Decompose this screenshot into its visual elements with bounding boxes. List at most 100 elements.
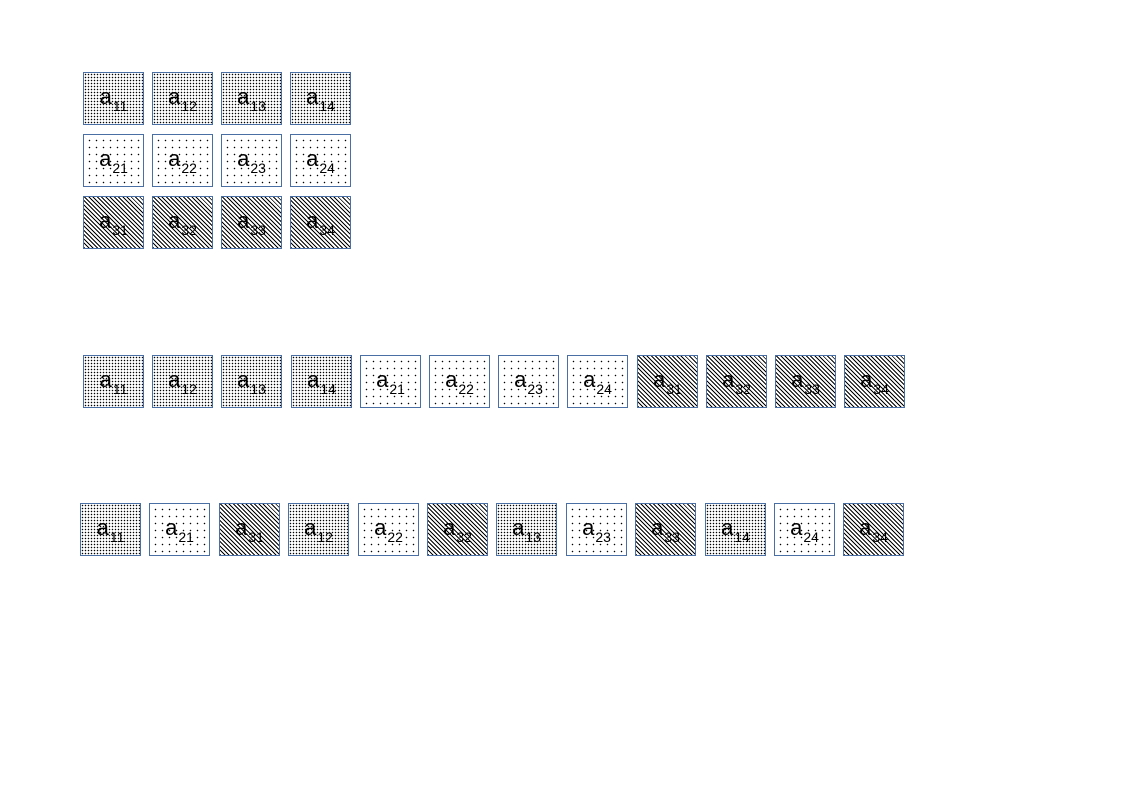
column-major-cell: a32 <box>427 503 488 556</box>
element-subscript: 32 <box>456 528 472 545</box>
element-symbol: a <box>721 514 734 540</box>
column-major-cell: a12 <box>288 503 349 556</box>
element-label: a21 <box>165 516 194 544</box>
element-symbol: a <box>512 514 525 540</box>
matrix-cell: a23 <box>221 134 282 187</box>
element-symbol: a <box>722 366 735 392</box>
element-label: a13 <box>237 366 266 396</box>
element-symbol: a <box>514 366 527 392</box>
element-label: a11 <box>100 85 128 113</box>
row-major-cell: a21 <box>360 355 421 408</box>
element-symbol: a <box>237 366 250 392</box>
column-major-cell: a21 <box>149 503 210 556</box>
element-symbol: a <box>306 207 319 233</box>
element-subscript: 31 <box>248 528 264 545</box>
element-label: a33 <box>791 366 820 396</box>
element-subscript: 24 <box>596 380 612 397</box>
element-symbol: a <box>304 514 317 540</box>
element-label: a23 <box>514 366 543 396</box>
element-subscript: 23 <box>595 528 611 545</box>
element-subscript: 33 <box>250 221 266 238</box>
row-major-cell: a14 <box>291 355 352 408</box>
element-symbol: a <box>445 366 458 392</box>
row-major-cell: a33 <box>775 355 836 408</box>
column-major-cell: a31 <box>219 503 280 556</box>
element-label: a24 <box>790 516 819 544</box>
element-subscript: 24 <box>803 528 819 545</box>
matrix-cell: a12 <box>152 72 213 125</box>
element-symbol: a <box>168 145 181 171</box>
element-label: a14 <box>307 366 336 396</box>
element-subscript: 21 <box>389 380 405 397</box>
element-label: a31 <box>99 207 128 237</box>
element-symbol: a <box>582 514 595 540</box>
row-major-cell: a31 <box>637 355 698 408</box>
element-label: a14 <box>721 514 750 544</box>
element-subscript: 23 <box>250 159 266 176</box>
element-symbol: a <box>307 366 320 392</box>
element-label: a12 <box>304 514 333 544</box>
row-major-cell: a22 <box>429 355 490 408</box>
element-label: a23 <box>237 145 266 175</box>
element-subscript: 11 <box>112 97 128 114</box>
element-label: a33 <box>237 207 266 237</box>
element-symbol: a <box>583 366 596 392</box>
row-major-cell: a23 <box>498 355 559 408</box>
element-subscript: 14 <box>319 97 335 114</box>
element-symbol: a <box>237 207 250 233</box>
element-symbol: a <box>168 366 181 392</box>
element-label: a32 <box>443 516 472 544</box>
element-subscript: 13 <box>250 97 266 114</box>
matrix-cell: a33 <box>221 196 282 249</box>
element-label: a12 <box>168 366 197 396</box>
element-label: a21 <box>376 368 405 396</box>
element-label: a11 <box>96 514 125 544</box>
element-subscript: 34 <box>872 528 888 545</box>
element-symbol: a <box>99 207 112 233</box>
element-subscript: 31 <box>112 221 128 238</box>
element-subscript: 22 <box>181 159 197 176</box>
matrix-cell: a13 <box>221 72 282 125</box>
element-symbol: a <box>791 366 804 392</box>
matrix-cell: a24 <box>290 134 351 187</box>
element-subscript: 14 <box>320 380 336 397</box>
element-symbol: a <box>99 145 112 171</box>
element-label: a12 <box>168 83 197 113</box>
element-symbol: a <box>306 83 319 109</box>
element-label: a11 <box>100 368 128 396</box>
element-subscript: 13 <box>525 528 541 545</box>
element-label: a32 <box>168 209 197 237</box>
element-label: a24 <box>306 145 335 175</box>
element-subscript: 24 <box>319 159 335 176</box>
column-major-cell: a23 <box>566 503 627 556</box>
row-major-cell: a13 <box>221 355 282 408</box>
element-subscript: 22 <box>458 380 474 397</box>
element-label: a23 <box>582 514 611 544</box>
column-major-cell: a13 <box>496 503 557 556</box>
element-subscript: 33 <box>664 528 680 545</box>
element-symbol: a <box>306 145 319 171</box>
element-symbol: a <box>168 83 181 109</box>
element-label: a22 <box>168 145 197 175</box>
element-label: a33 <box>651 516 680 544</box>
element-symbol: a <box>237 145 250 171</box>
element-symbol: a <box>653 366 666 392</box>
element-subscript: 34 <box>873 380 889 397</box>
matrix-cell: a32 <box>152 196 213 249</box>
element-symbol: a <box>235 514 248 540</box>
element-label: a31 <box>653 366 682 396</box>
element-subscript: 23 <box>527 380 543 397</box>
column-major-cell: a14 <box>705 503 766 556</box>
element-subscript: 11 <box>112 380 128 397</box>
element-symbol: a <box>96 514 109 540</box>
element-label: a31 <box>235 514 264 544</box>
element-label: a34 <box>859 514 888 544</box>
column-major-cell: a33 <box>635 503 696 556</box>
element-subscript: 14 <box>734 528 750 545</box>
element-symbol: a <box>374 514 387 540</box>
column-major-cell: a24 <box>774 503 835 556</box>
element-subscript: 22 <box>387 528 403 545</box>
row-major-cell: a24 <box>567 355 628 408</box>
element-subscript: 12 <box>181 97 197 114</box>
element-symbol: a <box>859 514 872 540</box>
